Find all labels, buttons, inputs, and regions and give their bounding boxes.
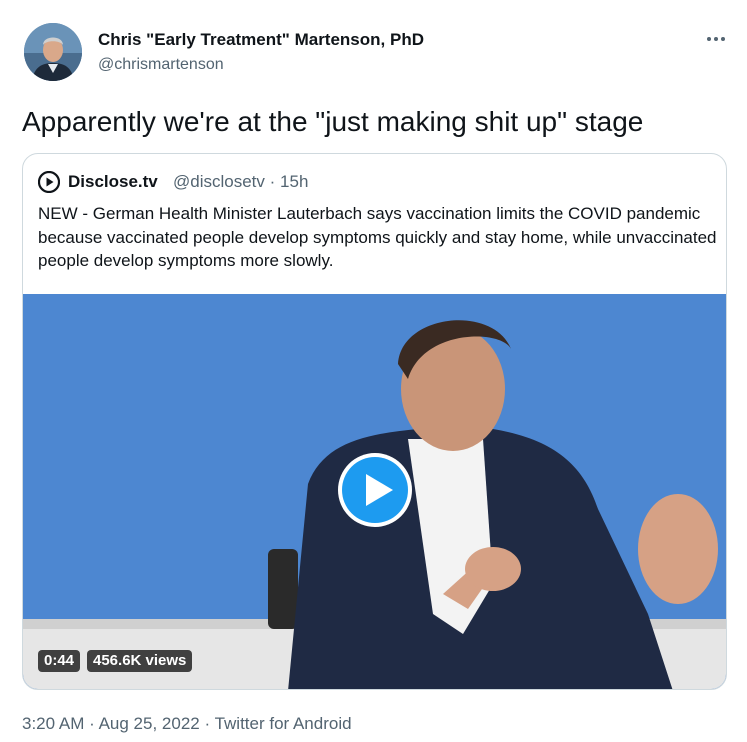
avatar-photo — [24, 23, 82, 81]
quote-author-handle[interactable]: @disclosetv — [173, 172, 265, 191]
quote-author-name[interactable]: Disclose.tv — [68, 172, 158, 192]
separator: · — [269, 172, 276, 191]
author-handle[interactable]: @chrismartenson — [98, 55, 224, 75]
video-views: 456.6K views — [87, 650, 193, 672]
quote-age[interactable]: 15h — [280, 172, 308, 191]
more-horizontal-icon[interactable] — [703, 29, 729, 49]
tweet-source[interactable]: Twitter for Android — [215, 714, 352, 733]
play-circle-logo-icon — [37, 170, 61, 194]
quote-text: NEW - German Health Minister Lauterbach … — [38, 204, 717, 270]
tweet-text: Apparently we're at the "just making shi… — [22, 106, 644, 137]
tweet-time[interactable]: 3:20 AM — [22, 714, 84, 733]
separator: · — [204, 714, 211, 733]
separator: · — [89, 714, 95, 733]
quote-meta: @disclosetv · 15h — [173, 172, 308, 192]
tweet-date[interactable]: Aug 25, 2022 — [99, 714, 200, 733]
play-icon[interactable] — [335, 450, 415, 530]
avatar[interactable] — [24, 23, 82, 81]
video-player[interactable]: 0:44 456.6K views — [23, 294, 726, 689]
author-name[interactable]: Chris "Early Treatment" Martenson, PhD — [98, 30, 424, 50]
quoted-tweet[interactable]: Disclose.tv @disclosetv · 15h NEW - Germ… — [22, 153, 727, 690]
tweet-metadata: 3:20 AM · Aug 25, 2022 · Twitter for And… — [22, 713, 352, 735]
video-duration: 0:44 — [38, 650, 81, 672]
